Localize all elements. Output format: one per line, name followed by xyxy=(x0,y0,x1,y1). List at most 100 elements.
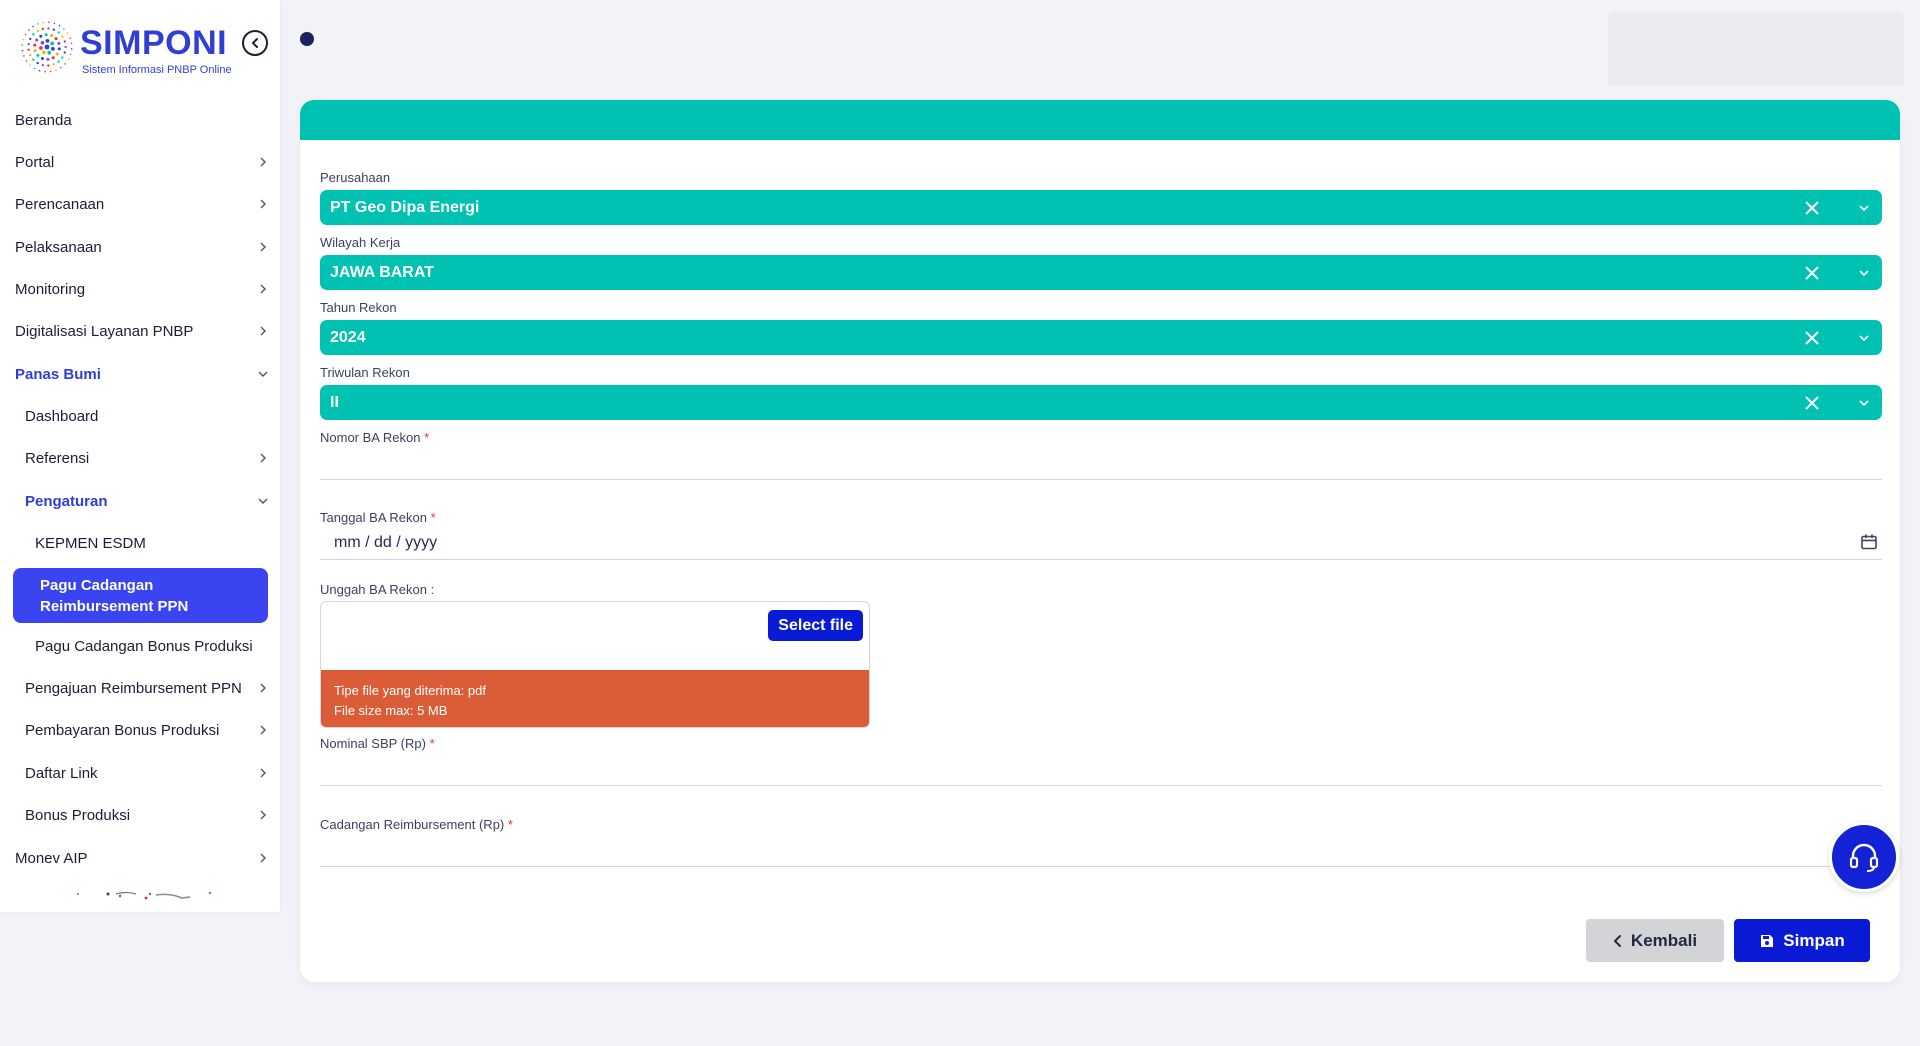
chevron-right-icon xyxy=(258,326,268,336)
sidebar-item-dashboard[interactable]: Dashboard xyxy=(0,398,280,434)
chevron-right-icon xyxy=(258,284,268,294)
tahun-label-text: Tahun Rekon xyxy=(320,300,397,315)
sidebar-collapse-button[interactable] xyxy=(242,30,268,56)
calendar-icon[interactable] xyxy=(1860,533,1878,551)
chevron-down-icon[interactable] xyxy=(1858,332,1870,344)
chevron-right-icon xyxy=(258,683,268,693)
sidebar-item-daftar-link[interactable]: Daftar Link xyxy=(0,755,280,791)
triwulan-value: II xyxy=(330,393,339,411)
chevron-down-icon xyxy=(258,496,268,506)
close-icon[interactable] xyxy=(1802,198,1822,218)
sidebar-item-portal[interactable]: Portal xyxy=(0,144,280,180)
upload-requirements-note: Tipe file yang diterima: pdf File size m… xyxy=(321,670,869,727)
cadangan-input[interactable] xyxy=(320,837,1882,867)
headset-icon xyxy=(1849,843,1879,872)
nomor-ba-label: Nomor BA Rekon * xyxy=(320,430,429,445)
sidebar-item-label: Pengaturan xyxy=(25,492,108,510)
chevron-right-icon xyxy=(258,453,268,463)
select-file-button[interactable]: Select file xyxy=(768,610,863,641)
sidebar-item-label: Pengajuan Reimbursement PPN xyxy=(25,679,242,697)
close-icon[interactable] xyxy=(1802,328,1822,348)
chevron-down-icon[interactable] xyxy=(1858,267,1870,279)
sidebar-item-label: Daftar Link xyxy=(25,764,98,782)
brand-logo[interactable]: SIMPONI Sistem Informasi PNBP Online xyxy=(18,18,272,80)
chevron-left-icon xyxy=(252,38,258,48)
close-icon[interactable] xyxy=(1802,263,1822,283)
sidebar-item-label: Reimbursement PPN xyxy=(40,598,189,615)
file-upload-dropzone[interactable]: Select file Tipe file yang diterima: pdf… xyxy=(320,601,870,728)
sidebar-item-digitalisasi[interactable]: Digitalisasi Layanan PNBP xyxy=(0,313,280,349)
wilayah-label: Wilayah Kerja xyxy=(320,235,400,250)
sidebar-item-label: Portal xyxy=(15,153,55,171)
tahun-value: 2024 xyxy=(330,328,366,346)
sidebar-item-pagu-bonus-produksi[interactable]: Pagu Cadangan Bonus Produksi xyxy=(0,628,280,664)
sidebar-item-label: Pelaksanaan xyxy=(15,238,102,256)
footer-decoration-icon xyxy=(76,891,212,900)
sidebar-item-panas-bumi[interactable]: Panas Bumi xyxy=(0,356,280,392)
sidebar-item-label: Pagu Cadangan xyxy=(40,577,154,594)
sidebar-item-pengajuan-reimbursement[interactable]: Pengajuan Reimbursement PPN xyxy=(0,670,280,706)
tanggal-ba-input[interactable]: mm / dd / yyyy xyxy=(320,528,1882,560)
perusahaan-select[interactable]: PT Geo Dipa Energi xyxy=(320,190,1882,225)
unggah-ba-label-text: Unggah BA Rekon : xyxy=(320,582,435,597)
sidebar-item-label: Dashboard xyxy=(25,407,99,425)
chevron-down-icon[interactable] xyxy=(1858,202,1870,214)
tahun-select[interactable]: 2024 xyxy=(320,320,1882,355)
user-menu-placeholder[interactable] xyxy=(1608,12,1904,86)
sidebar-item-kepmen-esdm[interactable]: KEPMEN ESDM xyxy=(0,525,280,561)
perusahaan-value: PT Geo Dipa Energi xyxy=(330,198,480,216)
cadangan-label: Cadangan Reimbursement (Rp) * xyxy=(320,817,513,832)
chevron-right-icon xyxy=(258,157,268,167)
required-mark: * xyxy=(430,510,436,525)
chevron-right-icon xyxy=(258,242,268,252)
sidebar-item-pembayaran-bonus[interactable]: Pembayaran Bonus Produksi xyxy=(0,712,280,748)
chevron-right-icon xyxy=(258,768,268,778)
sidebar-item-beranda[interactable]: Beranda xyxy=(0,102,280,138)
sidebar-item-label: Monitoring xyxy=(15,280,86,298)
nominal-sbp-label-text: Nominal SBP (Rp) xyxy=(320,736,426,751)
nominal-sbp-input[interactable] xyxy=(320,756,1882,786)
logo-dots-icon xyxy=(21,21,73,73)
nominal-sbp-label: Nominal SBP (Rp) * xyxy=(320,736,435,751)
chevron-left-icon xyxy=(1613,934,1621,947)
sidebar-item-monitoring[interactable]: Monitoring xyxy=(0,271,280,307)
nomor-ba-label-text: Nomor BA Rekon xyxy=(320,430,421,445)
sidebar-item-label: KEPMEN ESDM xyxy=(35,534,146,552)
sidebar-item-label: Digitalisasi Layanan PNBP xyxy=(15,322,194,340)
chevron-right-icon xyxy=(258,810,268,820)
save-button-label: Simpan xyxy=(1783,930,1845,950)
brand-title: SIMPONI xyxy=(80,24,228,62)
nomor-ba-input[interactable] xyxy=(320,450,1882,480)
chevron-down-icon xyxy=(258,369,268,379)
wilayah-value: JAWA BARAT xyxy=(330,263,434,281)
help-chat-button[interactable] xyxy=(1829,822,1899,892)
upload-note-filesize: File size max: 5 MB xyxy=(334,703,448,718)
close-icon[interactable] xyxy=(1802,393,1822,413)
sidebar-item-pengaturan[interactable]: Pengaturan xyxy=(0,483,280,519)
sidebar-item-bonus-produksi[interactable]: Bonus Produksi xyxy=(0,797,280,833)
unggah-ba-label: Unggah BA Rekon : xyxy=(320,582,434,597)
form-card: Perusahaan PT Geo Dipa Energi Wilayah Ke… xyxy=(300,100,1900,982)
sidebar-item-referensi[interactable]: Referensi xyxy=(0,440,280,476)
tahun-label: Tahun Rekon xyxy=(320,300,397,315)
sidebar: SIMPONI Sistem Informasi PNBP Online Ber… xyxy=(0,0,280,912)
perusahaan-label: Perusahaan xyxy=(320,170,390,185)
triwulan-label: Triwulan Rekon xyxy=(320,365,410,380)
wilayah-select[interactable]: JAWA BARAT xyxy=(320,255,1882,290)
tanggal-ba-label-text: Tanggal BA Rekon xyxy=(320,510,427,525)
sidebar-item-label: Monev AIP xyxy=(15,849,88,867)
sidebar-item-label: Pembayaran Bonus Produksi xyxy=(25,721,220,739)
chevron-down-icon[interactable] xyxy=(1858,397,1870,409)
save-button[interactable]: Simpan xyxy=(1734,919,1870,962)
sidebar-item-pelaksanaan[interactable]: Pelaksanaan xyxy=(0,229,280,265)
required-mark: * xyxy=(424,430,430,445)
sidebar-item-perencanaan[interactable]: Perencanaan xyxy=(0,186,280,222)
triwulan-select[interactable]: II xyxy=(320,385,1882,420)
chevron-right-icon xyxy=(258,853,268,863)
status-dot xyxy=(300,32,314,46)
sidebar-item-monev-aip[interactable]: Monev AIP xyxy=(0,840,280,876)
perusahaan-label-text: Perusahaan xyxy=(320,170,391,185)
upload-note-filetype: Tipe file yang diterima: pdf xyxy=(334,683,486,698)
back-button[interactable]: Kembali xyxy=(1586,919,1724,962)
sidebar-item-pagu-reimbursement-ppn[interactable]: Pagu Cadangan Reimbursement PPN xyxy=(13,568,268,623)
